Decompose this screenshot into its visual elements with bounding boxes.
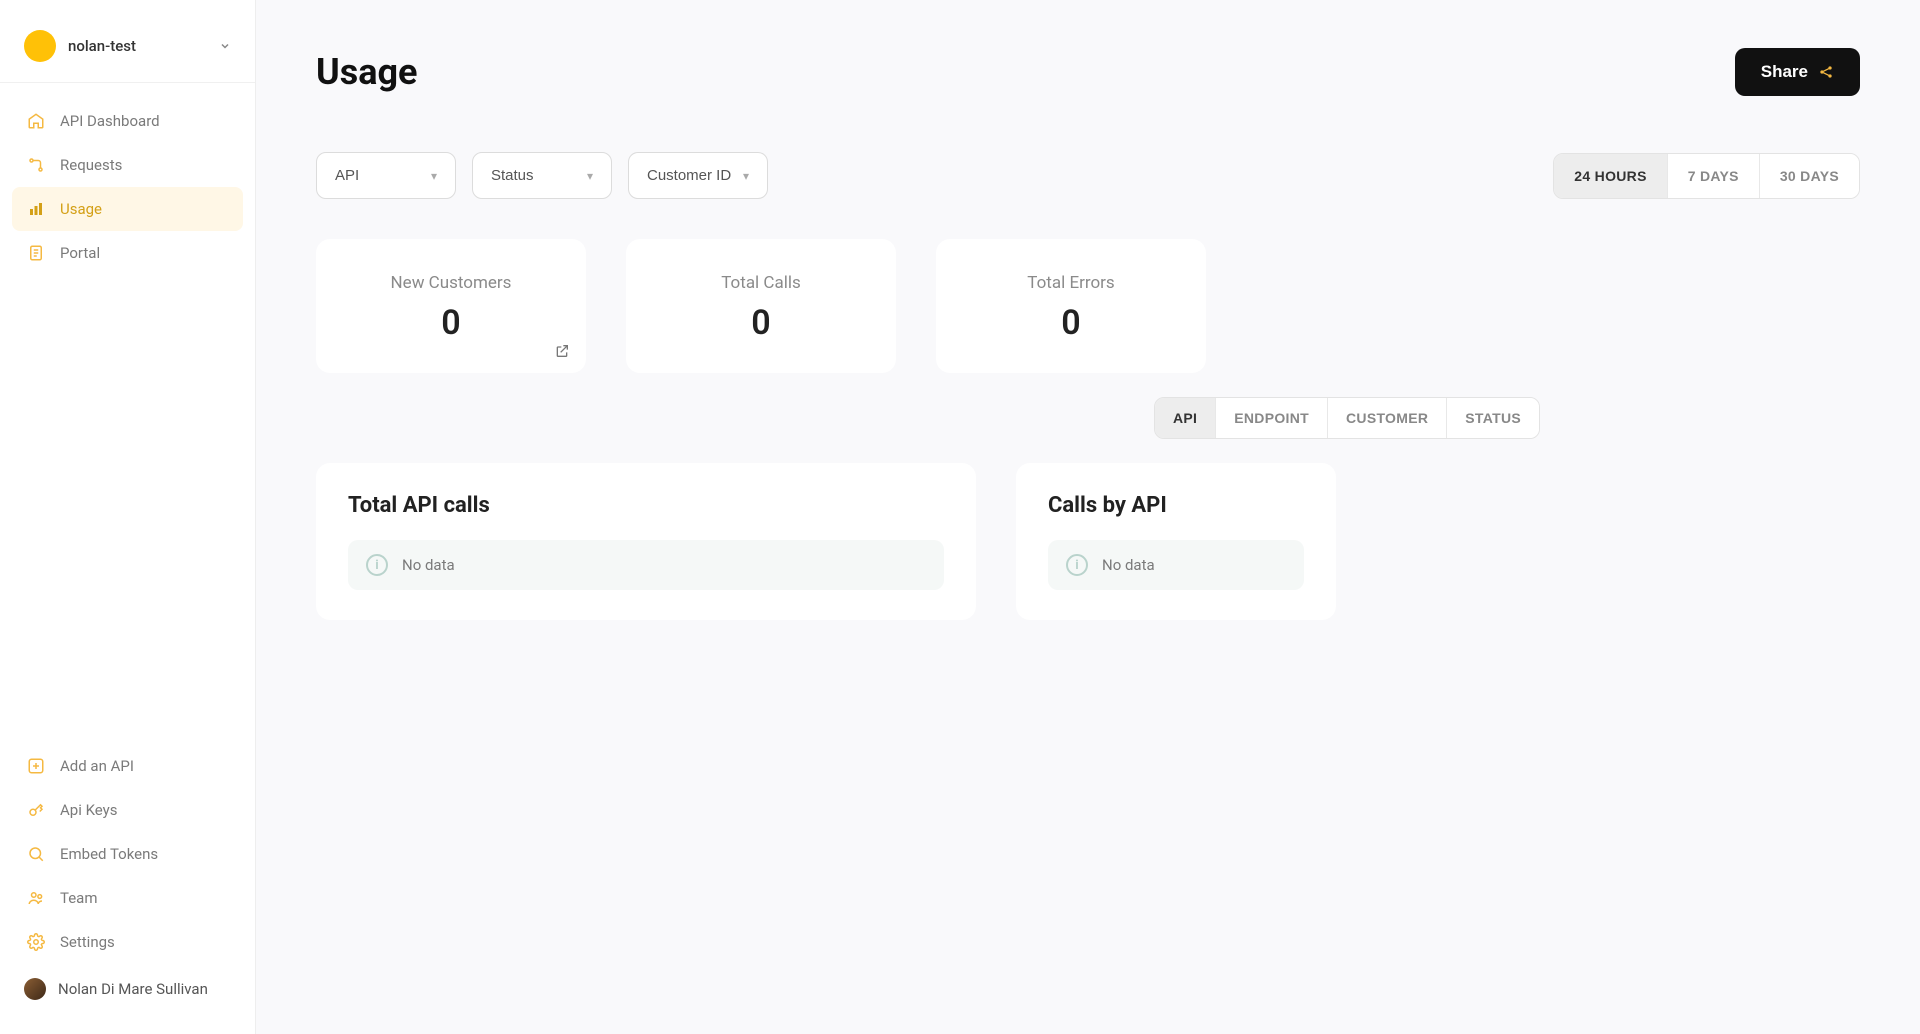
share-button-label: Share [1761,62,1808,82]
range-30-days[interactable]: 30 DAYS [1759,154,1859,198]
chevron-down-icon: ▾ [431,169,437,183]
share-icon [1818,64,1834,80]
group-tab-status[interactable]: STATUS [1446,398,1539,438]
filter-api-label: API [335,167,359,184]
nav-primary: API Dashboard Requests Usage Portal [0,99,255,275]
sidebar-item-label: Add an API [60,757,134,775]
nav-secondary: Add an API Api Keys Embed Tokens Team [0,744,255,964]
filter-status[interactable]: Status ▾ [472,152,612,199]
sidebar-item-label: Team [60,889,98,907]
app-root: nolan-test API Dashboard Requests [0,0,1920,1034]
sidebar: nolan-test API Dashboard Requests [0,0,256,1034]
no-data-banner: i No data [1048,540,1304,590]
sidebar-item-usage[interactable]: Usage [12,187,243,231]
info-icon: i [366,554,388,576]
sidebar-item-requests[interactable]: Requests [12,143,243,187]
document-icon [26,243,46,263]
sidebar-item-label: Portal [60,244,100,262]
sidebar-item-label: Settings [60,933,115,951]
stat-card-total-errors: Total Errors 0 [936,239,1206,373]
chart-calls-by-api: Calls by API i No data [1016,463,1336,620]
stat-label: Total Calls [646,273,876,293]
filter-status-label: Status [491,167,534,184]
stat-value: 0 [646,303,876,343]
user-row[interactable]: Nolan Di Mare Sullivan [0,964,255,1014]
chart-title: Calls by API [1048,493,1304,518]
stat-cards: New Customers 0 Total Calls 0 Total Erro… [316,239,1860,373]
stat-card-new-customers: New Customers 0 [316,239,586,373]
home-icon [26,111,46,131]
gear-icon [26,932,46,952]
sidebar-item-api-keys[interactable]: Api Keys [12,788,243,832]
chart-title: Total API calls [348,493,944,518]
no-data-text: No data [1102,556,1155,574]
external-link-icon[interactable] [554,343,570,359]
group-tab-api[interactable]: API [1155,398,1215,438]
grouping-row: API ENDPOINT CUSTOMER STATUS [316,397,1860,439]
workspace-name: nolan-test [68,37,207,55]
group-tab-endpoint[interactable]: ENDPOINT [1215,398,1327,438]
sidebar-item-label: Api Keys [60,801,118,819]
main-content: Usage Share API ▾ Status ▾ Customer ID ▾ [256,0,1920,1034]
sidebar-item-label: Usage [60,200,102,218]
stat-value: 0 [336,303,566,343]
stat-card-total-calls: Total Calls 0 [626,239,896,373]
sidebar-item-label: Embed Tokens [60,845,158,863]
users-icon [26,888,46,908]
chevron-down-icon: ▾ [743,169,749,183]
sidebar-item-add-an-api[interactable]: Add an API [12,744,243,788]
no-data-text: No data [402,556,455,574]
filter-customer-id-label: Customer ID [647,167,731,184]
filter-api[interactable]: API ▾ [316,152,456,199]
page-title: Usage [316,51,418,93]
group-tabs: API ENDPOINT CUSTOMER STATUS [1154,397,1540,439]
chevron-down-icon: ▾ [587,169,593,183]
stat-label: Total Errors [956,273,1186,293]
sidebar-item-label: API Dashboard [60,112,160,130]
stat-value: 0 [956,303,1186,343]
sidebar-item-team[interactable]: Team [12,876,243,920]
sidebar-item-embed-tokens[interactable]: Embed Tokens [12,832,243,876]
workspace-selector[interactable]: nolan-test [0,20,255,83]
workspace-avatar [24,30,56,62]
range-7-days[interactable]: 7 DAYS [1667,154,1759,198]
key-icon [26,800,46,820]
filter-customer-id[interactable]: Customer ID ▾ [628,152,768,199]
sidebar-spacer [0,275,255,744]
sidebar-item-api-dashboard[interactable]: API Dashboard [12,99,243,143]
sidebar-item-label: Requests [60,156,122,174]
time-range-group: 24 HOURS 7 DAYS 30 DAYS [1553,153,1860,199]
filters-row: API ▾ Status ▾ Customer ID ▾ 24 HOURS 7 … [316,152,1860,199]
group-tab-customer[interactable]: CUSTOMER [1327,398,1446,438]
user-name: Nolan Di Mare Sullivan [58,980,208,998]
chart-row: Total API calls i No data Calls by API i… [316,463,1860,620]
bar-chart-icon [26,199,46,219]
user-avatar [24,978,46,1000]
plus-square-icon [26,756,46,776]
stat-label: New Customers [336,273,566,293]
header-row: Usage Share [316,48,1860,96]
sidebar-item-settings[interactable]: Settings [12,920,243,964]
sidebar-item-portal[interactable]: Portal [12,231,243,275]
chevron-down-icon [219,40,231,52]
range-24-hours[interactable]: 24 HOURS [1554,154,1666,198]
no-data-banner: i No data [348,540,944,590]
chart-total-api-calls: Total API calls i No data [316,463,976,620]
search-icon [26,844,46,864]
share-button[interactable]: Share [1735,48,1860,96]
route-icon [26,155,46,175]
info-icon: i [1066,554,1088,576]
